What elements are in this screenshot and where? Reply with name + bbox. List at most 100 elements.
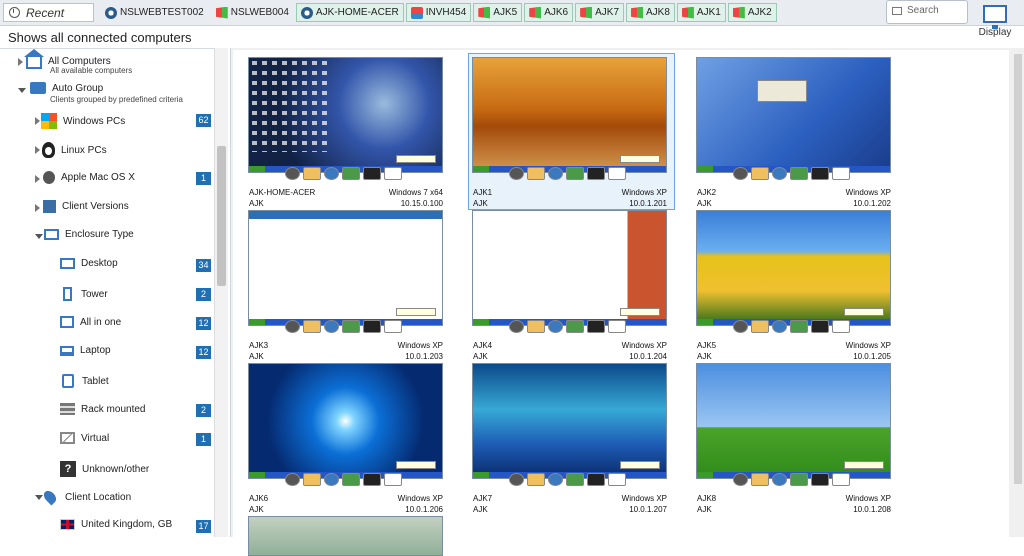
computer-card-ajk1[interactable]: AJK1 Windows XP AJK 10.0.1.201 xyxy=(468,53,675,210)
command-prompt-icon[interactable] xyxy=(363,320,381,333)
command-prompt-icon[interactable] xyxy=(811,320,829,333)
screen-thumbnail[interactable] xyxy=(696,363,891,479)
inventory-icon[interactable] xyxy=(342,167,360,180)
file-transfer-icon[interactable] xyxy=(303,473,321,486)
remote-control-icon[interactable] xyxy=(509,167,524,180)
internet-icon[interactable] xyxy=(772,473,787,486)
internet-icon[interactable] xyxy=(772,167,787,180)
screen-thumbnail[interactable] xyxy=(248,57,443,173)
file-transfer-icon[interactable] xyxy=(303,167,321,180)
chat-icon[interactable] xyxy=(384,167,402,180)
command-prompt-icon[interactable] xyxy=(587,167,605,180)
sidebar-item-laptop[interactable]: Laptop 12 xyxy=(60,345,225,359)
expand-arrow-icon[interactable] xyxy=(35,117,40,125)
tab-nslweb004[interactable]: NSLWEB004 xyxy=(211,3,294,22)
search-input[interactable]: Search xyxy=(886,0,968,24)
internet-icon[interactable] xyxy=(548,167,563,180)
computer-card-ajk7[interactable]: AJK7 Windows XP AJK 10.0.1.207 xyxy=(469,360,674,515)
file-transfer-icon[interactable] xyxy=(527,320,545,333)
remote-control-icon[interactable] xyxy=(285,320,300,333)
inventory-icon[interactable] xyxy=(790,473,808,486)
expand-arrow-icon[interactable] xyxy=(35,146,40,154)
screen-thumbnail[interactable] xyxy=(696,210,891,326)
inventory-icon[interactable] xyxy=(566,473,584,486)
inventory-icon[interactable] xyxy=(790,320,808,333)
tab-ajk1[interactable]: AJK1 xyxy=(676,3,726,22)
command-prompt-icon[interactable] xyxy=(363,473,381,486)
display-button[interactable]: Display xyxy=(975,2,1015,42)
sidebar-item-apple-mac-os-x[interactable]: Apple Mac OS X 1 xyxy=(35,171,225,185)
internet-icon[interactable] xyxy=(548,473,563,486)
command-prompt-icon[interactable] xyxy=(811,167,829,180)
file-transfer-icon[interactable] xyxy=(303,320,321,333)
sidebar-item-desktop[interactable]: Desktop 34 xyxy=(60,258,225,272)
internet-icon[interactable] xyxy=(548,320,563,333)
command-prompt-icon[interactable] xyxy=(587,473,605,486)
screen-thumbnail[interactable] xyxy=(472,363,667,479)
remote-control-icon[interactable] xyxy=(509,320,524,333)
chat-icon[interactable] xyxy=(832,473,850,486)
file-transfer-icon[interactable] xyxy=(527,167,545,180)
remote-control-icon[interactable] xyxy=(733,320,748,333)
sidebar-item-windows-pcs[interactable]: Windows PCs 62 xyxy=(35,113,225,129)
sidebar-item-enclosure-type[interactable]: Enclosure Type xyxy=(35,229,134,240)
chat-icon[interactable] xyxy=(832,167,850,180)
internet-icon[interactable] xyxy=(324,167,339,180)
recent-button[interactable]: Recent xyxy=(3,3,94,22)
remote-control-icon[interactable] xyxy=(285,167,300,180)
internet-icon[interactable] xyxy=(324,473,339,486)
computer-card-ajk2[interactable]: AJK2 Windows XP AJK 10.0.1.202 xyxy=(693,54,898,209)
inventory-icon[interactable] xyxy=(566,320,584,333)
scrollbar-thumb[interactable] xyxy=(1014,54,1022,484)
scrollbar-thumb[interactable] xyxy=(217,146,226,286)
computer-card-ajk-home-acer[interactable]: AJK-HOME-ACER Windows 7 x64 AJK 10.15.0.… xyxy=(245,54,450,209)
inventory-icon[interactable] xyxy=(566,167,584,180)
tab-ajk6[interactable]: AJK6 xyxy=(524,3,574,22)
command-prompt-icon[interactable] xyxy=(363,167,381,180)
computer-card-ajk3[interactable]: AJK3 Windows XP AJK 10.0.1.203 xyxy=(245,207,450,362)
sidebar-item-linux-pcs[interactable]: Linux PCs xyxy=(35,142,107,158)
inventory-icon[interactable] xyxy=(342,473,360,486)
screen-thumbnail[interactable] xyxy=(472,210,667,326)
screen-thumbnail[interactable] xyxy=(248,210,443,326)
file-transfer-icon[interactable] xyxy=(527,473,545,486)
sidebar-item-auto-group[interactable]: Auto Group Clients grouped by predefined… xyxy=(18,82,183,104)
sidebar-item-rack-mounted[interactable]: Rack mounted 2 xyxy=(60,403,225,417)
tab-ajk8[interactable]: AJK8 xyxy=(626,3,675,22)
remote-control-icon[interactable] xyxy=(733,473,748,486)
tab-invh454[interactable]: INVH454 xyxy=(405,3,472,22)
inventory-icon[interactable] xyxy=(790,167,808,180)
file-transfer-icon[interactable] xyxy=(751,473,769,486)
file-transfer-icon[interactable] xyxy=(751,167,769,180)
screen-thumbnail[interactable] xyxy=(248,363,443,479)
sidebar-item-united-kingdom[interactable]: United Kingdom, GB 17 xyxy=(60,519,225,533)
file-transfer-icon[interactable] xyxy=(751,320,769,333)
computer-card-ajk4[interactable]: AJK4 Windows XP AJK 10.0.1.204 xyxy=(469,207,674,362)
sidebar-item-all-in-one[interactable]: All in one 12 xyxy=(60,316,225,330)
sidebar-item-tablet[interactable]: Tablet xyxy=(60,374,109,388)
screen-thumbnail[interactable] xyxy=(696,57,891,173)
sidebar-item-client-versions[interactable]: Client Versions xyxy=(35,200,129,213)
inventory-icon[interactable] xyxy=(342,320,360,333)
tab-ajk-home-acer[interactable]: AJK-HOME-ACER xyxy=(295,3,404,22)
internet-icon[interactable] xyxy=(772,320,787,333)
expand-arrow-icon[interactable] xyxy=(18,58,23,66)
computer-card-partial[interactable] xyxy=(245,513,450,556)
tab-ajk5[interactable]: AJK5 xyxy=(473,3,523,22)
sidebar-scrollbar[interactable] xyxy=(214,48,228,537)
chat-icon[interactable] xyxy=(384,320,402,333)
screen-thumbnail[interactable] xyxy=(248,516,443,556)
tab-ajk7[interactable]: AJK7 xyxy=(575,3,625,22)
remote-control-icon[interactable] xyxy=(285,473,300,486)
sidebar-item-virtual[interactable]: Virtual 1 xyxy=(60,432,225,446)
sidebar-item-unknown-other[interactable]: ? Unknown/other xyxy=(60,461,149,477)
chat-icon[interactable] xyxy=(384,473,402,486)
remote-control-icon[interactable] xyxy=(509,473,524,486)
collapse-arrow-icon[interactable] xyxy=(35,234,43,239)
screen-thumbnail[interactable] xyxy=(472,57,667,173)
chat-icon[interactable] xyxy=(608,320,626,333)
tab-nslwebtest002[interactable]: NSLWEBTEST002 xyxy=(100,3,209,22)
sidebar-item-all-computers[interactable]: All Computers All available computers xyxy=(18,49,132,75)
command-prompt-icon[interactable] xyxy=(587,320,605,333)
computer-card-ajk8[interactable]: AJK8 Windows XP AJK 10.0.1.208 xyxy=(693,360,898,515)
